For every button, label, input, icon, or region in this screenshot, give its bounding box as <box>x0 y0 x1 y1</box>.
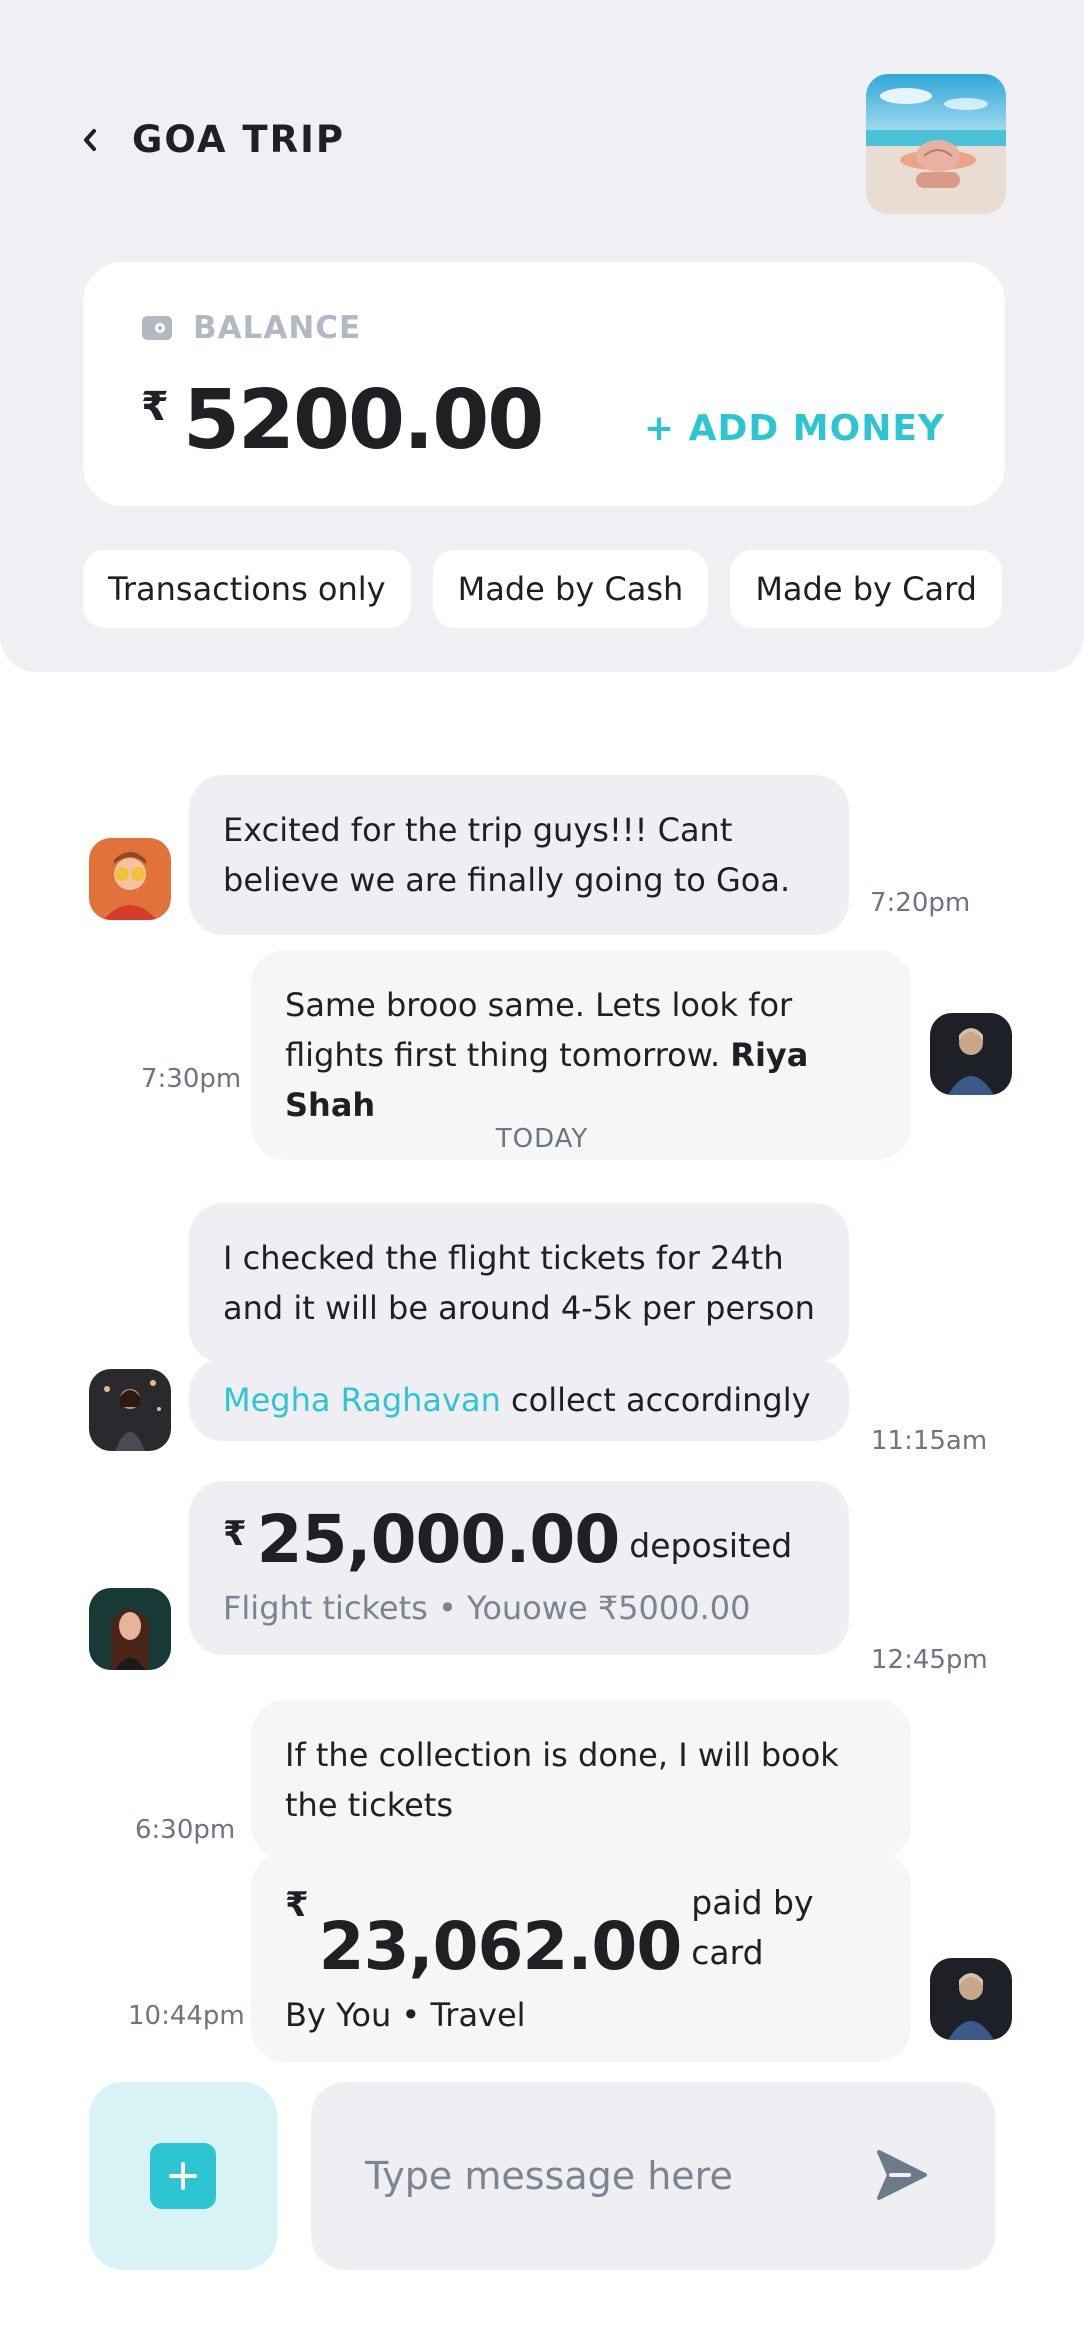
message-input[interactable] <box>365 2154 845 2198</box>
trip-image[interactable] <box>866 74 1006 214</box>
payment-type: deposited <box>629 1526 793 1565</box>
balance-amount: 5200.00 <box>182 373 544 468</box>
chevron-left-icon[interactable] <box>78 124 102 156</box>
payment-amount: 25,000.00 <box>256 1501 621 1578</box>
message-bubble: Excited for the trip guys!!! Cant believ… <box>189 775 849 935</box>
message-text: Same brooo same. Lets look for flights f… <box>285 986 793 1074</box>
add-attachment-button[interactable] <box>89 2082 277 2270</box>
payment-bubble: ₹ 25,000.00 deposited Flight tickets • Y… <box>189 1481 849 1655</box>
filter-chips: Transactions only Made by Cash Made by C… <box>83 550 1002 628</box>
message-composer <box>311 2082 995 2270</box>
header-row: GOA TRIP <box>78 118 345 161</box>
payment-amount: 23,062.00 <box>318 1908 683 1985</box>
avatar[interactable] <box>89 1588 171 1670</box>
message-bubble: Megha Raghavan collect accordingly <box>189 1359 849 1441</box>
plus-icon <box>150 2143 216 2209</box>
page-title: GOA TRIP <box>132 118 345 161</box>
currency-symbol: ₹ <box>141 384 169 430</box>
avatar[interactable] <box>89 1369 171 1451</box>
currency-symbol: ₹ <box>223 1514 247 1554</box>
payment-detail: By You • Travel <box>285 1996 526 2034</box>
payment-bubble: ₹ 23,062.00 paid by card By You • Travel <box>251 1852 911 2062</box>
message-text: collect accordingly <box>511 1381 811 1419</box>
balance-card: BALANCE ₹ 5200.00 + ADD MONEY <box>83 262 1005 506</box>
message-time: 12:45pm <box>871 1645 988 1675</box>
date-divider: TODAY <box>495 1124 589 1154</box>
header-panel: GOA TRIP BALANCE ₹ 5200.00 + ADD MONEY T… <box>0 0 1084 672</box>
add-money-button[interactable]: + ADD MONEY <box>644 408 945 449</box>
message-time: 6:30pm <box>135 1815 236 1845</box>
filter-transactions-only[interactable]: Transactions only <box>83 550 411 628</box>
payment-type: paid by card <box>691 1883 814 1972</box>
payment-amount-row: ₹ 23,062.00 paid by card <box>285 1878 877 1980</box>
avatar[interactable] <box>930 1013 1012 1095</box>
balance-label: BALANCE <box>193 310 362 346</box>
message-time: 11:15am <box>871 1426 988 1456</box>
message-time: 7:30pm <box>141 1064 242 1094</box>
send-icon[interactable] <box>875 2148 929 2202</box>
message-time: 7:20pm <box>870 888 971 918</box>
currency-symbol: ₹ <box>285 1885 309 1925</box>
payment-amount-row: ₹ 25,000.00 deposited <box>223 1507 815 1573</box>
payment-detail: Flight tickets • Youowe ₹5000.00 <box>223 1589 751 1627</box>
avatar[interactable] <box>89 838 171 920</box>
message-bubble: I checked the flight tickets for 24th an… <box>189 1203 849 1363</box>
avatar[interactable] <box>930 1958 1012 2040</box>
filter-made-by-cash[interactable]: Made by Cash <box>432 550 709 628</box>
message-bubble: If the collection is done, I will book t… <box>251 1700 911 1860</box>
balance-amount-row: ₹ 5200.00 <box>141 373 544 468</box>
filter-made-by-card[interactable]: Made by Card <box>730 550 1002 628</box>
wallet-icon <box>142 316 172 340</box>
balance-label-row: BALANCE <box>141 310 361 346</box>
message-time: 10:44pm <box>128 2001 245 2031</box>
mention[interactable]: Megha Raghavan <box>223 1381 501 1419</box>
